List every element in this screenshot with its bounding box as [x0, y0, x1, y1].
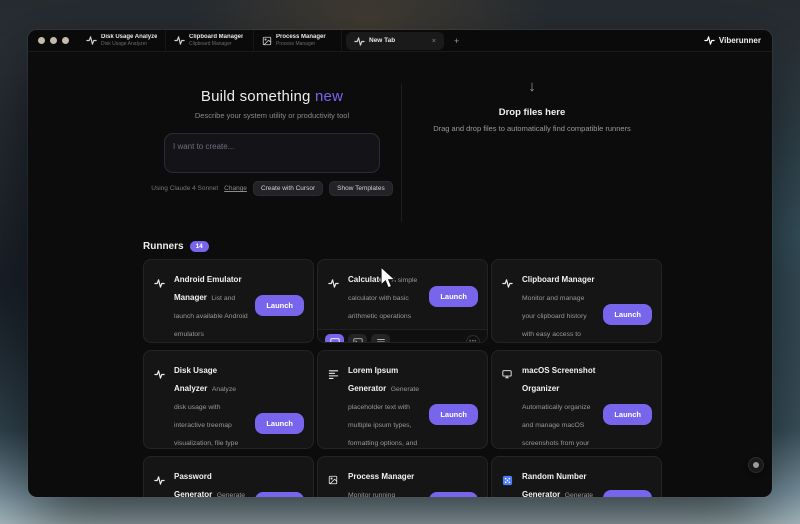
- page-title: Build something new: [143, 88, 401, 105]
- tab-disk-usage-analyzer[interactable]: Disk Usage Analyzer Disk Usage Analyzer: [78, 30, 166, 51]
- pulse-icon: [154, 269, 167, 341]
- runner-title: Calculator: [348, 275, 387, 284]
- runner-description: Monitor and manage your clipboard histor…: [522, 295, 587, 343]
- runner-card-clipboard-manager: Clipboard Manager Monitor and manage you…: [491, 259, 662, 343]
- model-change-link[interactable]: Change: [224, 185, 247, 192]
- launch-button[interactable]: Launch: [603, 490, 652, 498]
- text-lines-icon: [328, 360, 341, 449]
- runner-title: macOS Screenshot Organizer: [522, 366, 595, 393]
- pulse-icon: [502, 269, 515, 343]
- zoom-window-button[interactable]: [62, 37, 69, 44]
- terminal-icon: [353, 335, 363, 344]
- image-icon: [262, 36, 272, 46]
- create-section: Build something new Describe your system…: [143, 52, 662, 240]
- launch-button[interactable]: Launch: [255, 413, 304, 434]
- runner-card-lorem-ipsum-generator: Lorem Ipsum Generator Generate placehold…: [317, 350, 488, 449]
- pulse-icon: [154, 360, 167, 449]
- runner-card-disk-usage-analyzer: Disk Usage Analyzer Analyze disk usage w…: [143, 350, 314, 449]
- runner-title: Password Generator: [174, 472, 212, 497]
- floating-action-button[interactable]: [748, 457, 764, 473]
- create-with-cursor-button[interactable]: Create with Cursor: [253, 181, 323, 196]
- model-label: Using Claude 4 Sonnet: [151, 185, 218, 192]
- runners-header: Runners 14: [143, 241, 209, 252]
- runner-card-calculator: Calculator A simple calculator with basi…: [317, 259, 488, 343]
- pulse-icon: [86, 35, 97, 46]
- runner-card-macos-screenshot-organizer: macOS Screenshot Organizer Automatically…: [491, 350, 662, 449]
- tab-subtitle: Disk Usage Analyzer: [101, 41, 157, 47]
- launch-button[interactable]: Launch: [429, 404, 478, 425]
- runner-title: Process Manager: [348, 472, 414, 481]
- dropzone-description: Drag and drop files to automatically fin…: [426, 124, 638, 135]
- runner-card-android-emulator-manager: Android Emulator Manager List and launch…: [143, 259, 314, 343]
- pulse-icon: [354, 36, 365, 47]
- tab-subtitle: Clipboard Manager: [189, 41, 243, 47]
- runner-description: Automatically organize and manage macOS …: [522, 404, 590, 449]
- monitor-icon: [330, 335, 340, 344]
- launch-button[interactable]: Launch: [255, 492, 304, 498]
- create-prompt-input[interactable]: [164, 133, 380, 173]
- list-icon: [376, 335, 386, 344]
- tab-title: Clipboard Manager: [189, 34, 243, 42]
- launch-button[interactable]: Launch: [255, 295, 304, 316]
- app-window: Disk Usage Analyzer Disk Usage Analyzer …: [28, 30, 772, 497]
- runner-title: Clipboard Manager: [522, 275, 594, 284]
- runner-description: Generate placeholder text with multiple …: [348, 386, 419, 449]
- build-pane: Build something new Describe your system…: [143, 52, 401, 196]
- monitor-icon: [502, 360, 515, 449]
- brand-name: Viberunner: [719, 36, 761, 45]
- dropzone[interactable]: ↓ Drop files here Drag and drop files to…: [402, 52, 662, 135]
- tab-process-manager[interactable]: Process Manager Process Manager: [254, 30, 342, 51]
- runners-count-badge: 14: [190, 241, 209, 252]
- page-subtitle: Describe your system utility or producti…: [143, 111, 401, 120]
- pulse-icon: [174, 35, 185, 46]
- tab-title: New Tab: [369, 37, 395, 45]
- runner-card-password-generator: Password Generator Generate secure passw…: [143, 456, 314, 497]
- model-row: Using Claude 4 Sonnet Change Create with…: [143, 181, 401, 196]
- tab-title: Disk Usage Analyzer: [101, 34, 157, 42]
- dice-icon: [502, 466, 515, 497]
- new-tab-button[interactable]: +: [446, 30, 467, 51]
- arrow-down-icon: ↓: [402, 78, 662, 95]
- titlebar: Disk Usage Analyzer Disk Usage Analyzer …: [28, 30, 772, 52]
- close-window-button[interactable]: [38, 37, 45, 44]
- minimize-window-button[interactable]: [50, 37, 57, 44]
- runner-description: Monitor running processes and their CPU/…: [348, 492, 409, 497]
- show-templates-button[interactable]: Show Templates: [329, 181, 393, 196]
- runner-description: Analyze disk usage with interactive tree…: [174, 386, 248, 449]
- brand: Viberunner: [704, 30, 772, 51]
- title-prefix: Build something: [201, 88, 315, 105]
- tab-strip: Disk Usage Analyzer Disk Usage Analyzer …: [78, 30, 446, 51]
- tab-subtitle: Process Manager: [276, 41, 326, 47]
- runner-grid: Android Emulator Manager List and launch…: [143, 259, 662, 497]
- image-icon: [328, 466, 341, 497]
- traffic-lights: [28, 30, 78, 51]
- terminal-view-toggle[interactable]: [348, 334, 367, 343]
- dropzone-title: Drop files here: [402, 107, 662, 118]
- launch-button[interactable]: Launch: [603, 304, 652, 325]
- tab-clipboard-manager[interactable]: Clipboard Manager Clipboard Manager: [166, 30, 254, 51]
- desktop-background: Disk Usage Analyzer Disk Usage Analyzer …: [0, 0, 800, 524]
- tab-new-tab[interactable]: New Tab ×: [346, 32, 444, 50]
- runners-heading: Runners: [143, 241, 184, 252]
- launch-button[interactable]: Launch: [429, 286, 478, 307]
- launch-button[interactable]: Launch: [603, 404, 652, 425]
- runner-card-process-manager: Process Manager Monitor running processe…: [317, 456, 488, 497]
- card-footer: •••: [318, 329, 487, 343]
- tab-close-icon[interactable]: ×: [432, 38, 436, 45]
- more-options-button[interactable]: •••: [466, 335, 480, 343]
- tab-title: Process Manager: [276, 34, 326, 42]
- dot-icon: [753, 462, 759, 468]
- runner-card-random-number-generator: Random Number Generator Generate random …: [491, 456, 662, 497]
- pulse-icon: [154, 466, 167, 497]
- title-accent: new: [315, 88, 343, 105]
- runner-title: Disk Usage Analyzer: [174, 366, 217, 393]
- launch-button[interactable]: Launch: [429, 492, 478, 498]
- pulse-icon: [704, 35, 715, 46]
- pulse-icon: [328, 269, 341, 323]
- list-view-toggle[interactable]: [371, 334, 390, 343]
- app-view-toggle[interactable]: [325, 334, 344, 343]
